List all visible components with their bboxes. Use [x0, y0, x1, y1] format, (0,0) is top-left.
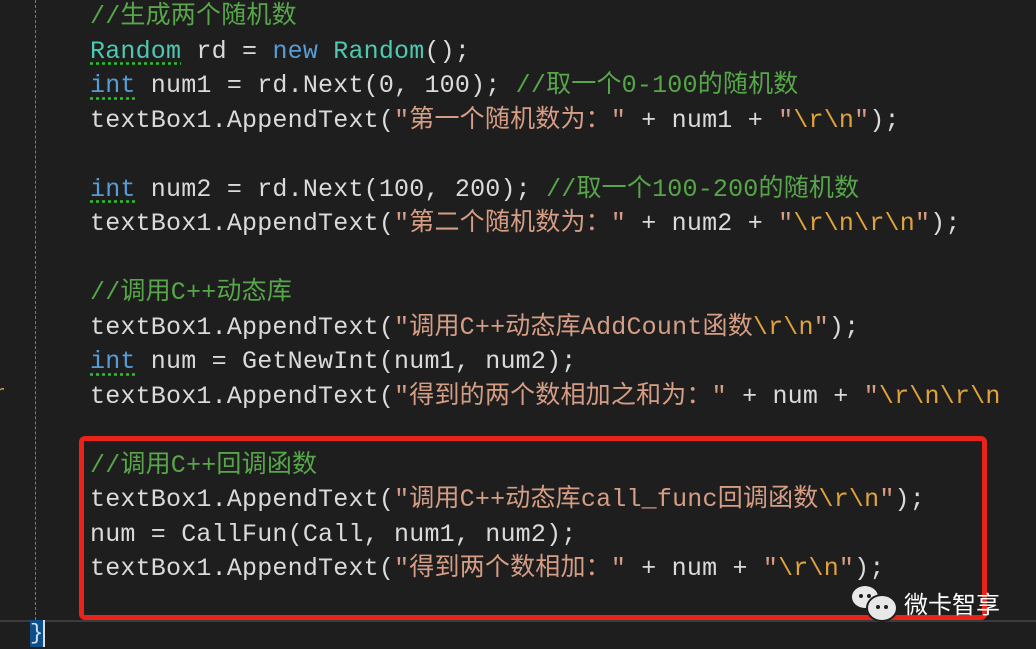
code-token: num1 = rd.Next(0, 100); — [135, 71, 516, 100]
code-line[interactable]: textBox1.AppendText("调用C++动态库AddCount函数\… — [90, 311, 1001, 346]
code-token: textBox1.AppendText( — [90, 312, 395, 342]
code-token: "调用C++动态库AddCount函数 — [394, 312, 753, 342]
watermark: 微卡智享 — [852, 584, 1000, 622]
code-token: //取一个100-200的随机数 — [546, 174, 860, 204]
code-token: int — [90, 71, 136, 100]
code-line[interactable]: Random rd = new Random(); — [90, 35, 1001, 70]
code-line[interactable]: int num = GetNewInt(num1, num2); — [90, 345, 1001, 380]
code-token: int — [90, 174, 136, 204]
code-token: ); — [828, 312, 860, 342]
code-token: " — [914, 209, 931, 238]
code-token: " — [813, 312, 829, 342]
code-token: textBox1.AppendText( — [90, 105, 395, 135]
code-token: "得到的两个数相加之和为：" — [394, 381, 727, 411]
code-token: \r\n\r\n — [793, 209, 915, 238]
closing-brace[interactable]: } — [30, 620, 45, 647]
code-token: " — [778, 105, 794, 135]
code-token: //取一个0-100的随机数 — [515, 71, 799, 100]
code-token: textBox1.AppendText( — [90, 209, 395, 238]
code-token: + num1 + — [626, 105, 779, 135]
code-line[interactable]: int num2 = rd.Next(100, 200); //取一个100-2… — [90, 173, 1001, 208]
watermark-text: 微卡智享 — [904, 590, 1000, 619]
code-token: \r\n\r\n — [878, 381, 1001, 411]
code-token: num2 = rd.Next(100, 200); — [135, 174, 547, 204]
code-token: + num + — [726, 381, 864, 411]
code-line[interactable]: int num1 = rd.Next(0, 100); //取一个0-100的随… — [90, 69, 1001, 104]
empty-line[interactable] — [90, 138, 1001, 173]
code-editor[interactable]: n //生成两个随机数Random rd = new Random();int … — [0, 0, 1036, 620]
code-token: " — [778, 209, 794, 238]
code-token: "第二个随机数为：" — [394, 209, 627, 238]
code-token: " — [854, 105, 870, 135]
highlight-box — [79, 436, 987, 620]
gutter-mark: n — [0, 385, 4, 405]
code-line[interactable]: textBox1.AppendText("得到的两个数相加之和为：" + num… — [90, 380, 1001, 415]
empty-line[interactable] — [90, 242, 1001, 277]
code-token: "第一个随机数为：" — [394, 105, 627, 135]
code-token: + num2 + — [626, 209, 779, 238]
code-token: rd = — [181, 36, 273, 66]
indent-guide — [35, 0, 36, 620]
code-token: ); — [869, 105, 900, 135]
code-token: ); — [930, 209, 961, 238]
code-token: " — [863, 381, 879, 411]
code-token: new — [272, 36, 319, 66]
code-token: textBox1.AppendText( — [90, 381, 395, 411]
code-token: num = GetNewInt(num1, num2); — [135, 347, 577, 376]
code-token: \r\n — [752, 312, 814, 342]
code-token: (); — [424, 36, 471, 66]
code-token: Random — [333, 36, 425, 66]
code-token: int — [90, 347, 136, 376]
code-token: \r\n — [793, 105, 855, 135]
code-token: //生成两个随机数 — [90, 2, 297, 31]
code-line[interactable]: textBox1.AppendText("第二个随机数为：" + num2 + … — [90, 207, 1001, 242]
code-line[interactable]: textBox1.AppendText("第一个随机数为：" + num1 + … — [90, 104, 1001, 139]
code-line[interactable]: //生成两个随机数 — [90, 0, 1001, 35]
editor-bottom-area — [0, 620, 1036, 649]
code-token: Random — [90, 36, 182, 66]
code-line[interactable]: //调用C++动态库 — [90, 276, 1001, 311]
wechat-icon — [852, 584, 898, 622]
code-token: //调用C++动态库 — [90, 278, 293, 307]
